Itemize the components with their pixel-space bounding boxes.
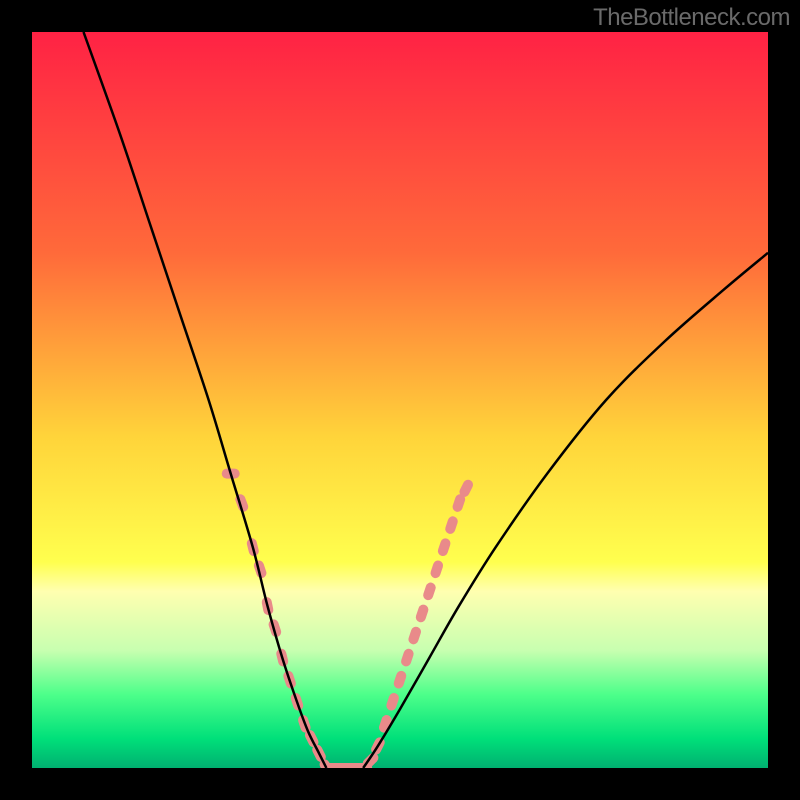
scatter-point <box>437 537 452 557</box>
scatter-point <box>414 603 429 623</box>
scatter-point <box>429 559 444 579</box>
scatter-point <box>422 581 437 601</box>
left-curve <box>84 32 327 768</box>
right-curve <box>363 253 768 768</box>
curve-overlay <box>32 32 768 768</box>
scatter-point <box>392 670 407 690</box>
scatter-point <box>385 692 400 712</box>
plot-area <box>32 32 768 768</box>
watermark-text: TheBottleneck.com <box>593 4 790 32</box>
scatter-point <box>444 515 459 535</box>
scatter-point <box>400 647 415 667</box>
chart-container: TheBottleneck.com <box>0 0 800 800</box>
scatter-point <box>407 625 422 645</box>
scatter-points <box>222 469 475 768</box>
